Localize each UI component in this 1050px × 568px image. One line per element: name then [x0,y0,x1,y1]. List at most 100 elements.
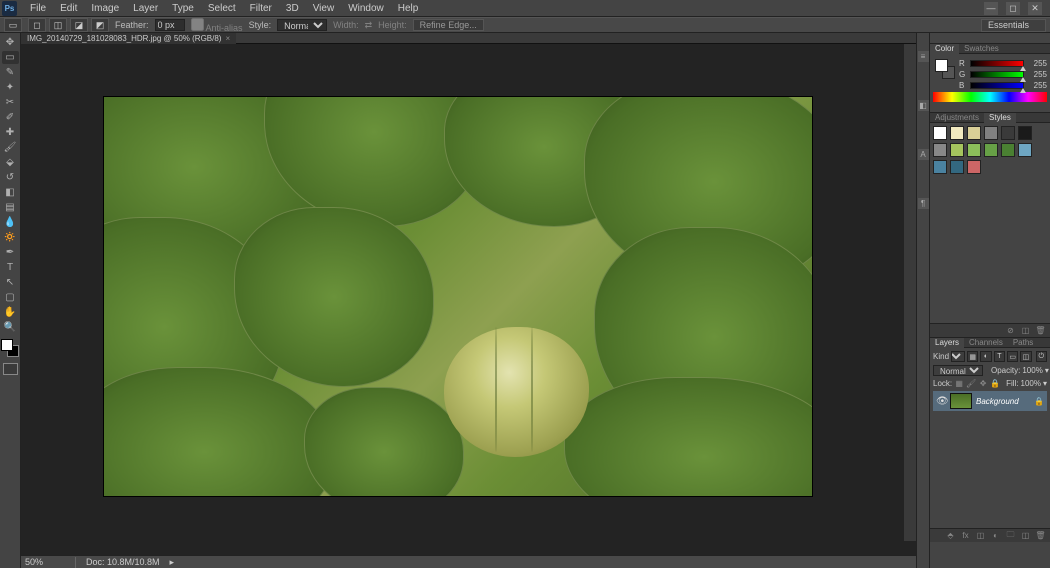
layer-item[interactable]: 👁 Background 🔒 [933,391,1047,411]
doc-info-arrow-icon[interactable]: ▸ [170,557,175,568]
subtract-selection-icon[interactable]: ◪ [70,18,88,32]
layer-name[interactable]: Background [976,397,1030,406]
style-swatch[interactable] [967,143,981,157]
trash-icon[interactable]: 🗑 [1035,326,1046,336]
menu-file[interactable]: File [23,2,53,15]
menu-help[interactable]: Help [391,2,426,15]
zoom-tool[interactable]: 🔍 [2,321,19,334]
character-panel-icon[interactable]: A [918,149,929,160]
add-selection-icon[interactable]: ◫ [49,18,67,32]
close-button[interactable]: ✕ [1028,2,1042,15]
color-ramp[interactable] [933,92,1047,102]
paragraph-panel-icon[interactable]: ¶ [918,198,929,209]
workspace-selector[interactable]: Essentials [981,19,1046,32]
filter-toggle[interactable]: ⏻ [1036,351,1047,362]
menu-edit[interactable]: Edit [53,2,84,15]
style-swatch[interactable] [967,126,981,140]
maximize-button[interactable]: ◻ [1006,2,1020,15]
dodge-tool[interactable]: 🔅 [2,231,19,244]
style-swatch[interactable] [1018,126,1032,140]
style-swatch[interactable] [933,143,947,157]
lock-transparent-icon[interactable]: ▦ [955,378,963,388]
path-tool[interactable]: ↖ [2,276,19,289]
style-swatch[interactable] [984,126,998,140]
document-tab[interactable]: IMG_20140729_181028083_HDR.jpg @ 50% (RG… [21,33,236,44]
adjustment-layer-icon[interactable]: ◐ [990,531,1001,541]
delete-layer-icon[interactable]: 🗑 [1035,531,1046,541]
gradient-tool[interactable]: ▤ [2,201,19,214]
style-swatch[interactable] [950,143,964,157]
style-swatch[interactable] [950,160,964,174]
paths-tab[interactable]: Paths [1008,338,1038,348]
link-layers-icon[interactable]: ⬘ [945,531,956,541]
quick-select-tool[interactable]: ✦ [2,81,19,94]
menu-layer[interactable]: Layer [126,2,165,15]
new-style-icon[interactable]: ◫ [1020,326,1031,336]
channels-tab[interactable]: Channels [964,338,1008,348]
layer-thumbnail[interactable] [950,393,972,409]
kind-select[interactable] [951,351,965,362]
tool-preset-icon[interactable]: ▭ [4,18,22,32]
g-slider[interactable] [970,71,1024,78]
properties-panel-icon[interactable]: ◧ [918,100,929,111]
refine-edge-button[interactable]: Refine Edge... [413,19,484,31]
doc-info[interactable]: Doc: 10.8M/10.8M [86,557,160,567]
healing-tool[interactable]: ✚ [2,126,19,139]
layer-mask-icon[interactable]: ◫ [975,531,986,541]
menu-view[interactable]: View [306,2,342,15]
move-tool[interactable]: ✥ [2,36,19,49]
lock-image-icon[interactable]: 🖌 [966,378,976,388]
shape-tool[interactable]: ▢ [2,291,19,304]
style-select[interactable]: Normal [277,19,327,31]
adjustments-tab[interactable]: Adjustments [930,113,984,123]
no-style-icon[interactable]: ⊘ [1005,326,1016,336]
zoom-level[interactable]: 50% [25,557,65,567]
filter-shape-icon[interactable]: ▭ [1007,351,1018,362]
g-value[interactable]: 255 [1027,70,1047,79]
style-swatch[interactable] [967,160,981,174]
eyedropper-tool[interactable]: ✐ [2,111,19,124]
blend-mode-select[interactable]: Normal [933,365,983,376]
lock-position-icon[interactable]: ✥ [979,378,987,388]
style-swatch[interactable] [933,126,947,140]
style-swatch[interactable] [1018,143,1032,157]
new-layer-icon[interactable]: ◫ [1020,531,1031,541]
r-slider[interactable] [970,60,1024,67]
fill-dropdown-icon[interactable]: ▾ [1043,379,1047,388]
layers-tab[interactable]: Layers [930,338,964,348]
hand-tool[interactable]: ✋ [2,306,19,319]
filter-smart-icon[interactable]: ◫ [1020,351,1031,362]
pen-tool[interactable]: ✒ [2,246,19,259]
filter-pixel-icon[interactable]: ▦ [967,351,978,362]
menu-3d[interactable]: 3D [279,2,306,15]
eraser-tool[interactable]: ◧ [2,186,19,199]
minimize-button[interactable]: — [984,2,998,15]
fg-color-swatch[interactable] [1,339,13,351]
opacity-value[interactable]: 100% [1022,366,1042,375]
menu-filter[interactable]: Filter [243,2,279,15]
layer-fx-icon[interactable]: fx [960,531,971,541]
canvas-area[interactable] [21,44,916,555]
history-panel-icon[interactable]: ≡ [918,51,929,62]
marquee-tool[interactable]: ▭ [2,51,19,64]
visibility-icon[interactable]: 👁 [936,396,946,407]
r-value[interactable]: 255 [1027,59,1047,68]
document-tab-close-icon[interactable]: × [225,34,230,43]
filter-adjust-icon[interactable]: ◐ [980,351,991,362]
opacity-dropdown-icon[interactable]: ▾ [1045,366,1049,375]
new-selection-icon[interactable]: ◻ [28,18,46,32]
swatches-tab[interactable]: Swatches [959,44,1004,54]
menu-select[interactable]: Select [201,2,243,15]
fill-value[interactable]: 100% [1021,379,1041,388]
styles-tab[interactable]: Styles [984,113,1016,123]
style-swatch[interactable] [950,126,964,140]
type-tool[interactable]: T [2,261,19,274]
crop-tool[interactable]: ✂ [2,96,19,109]
canvas[interactable] [104,97,812,496]
menu-image[interactable]: Image [84,2,126,15]
style-swatch[interactable] [984,143,998,157]
blur-tool[interactable]: 💧 [2,216,19,229]
quick-mask-toggle[interactable] [3,363,18,375]
history-brush-tool[interactable]: ↺ [2,171,19,184]
color-swatches[interactable] [1,339,19,357]
